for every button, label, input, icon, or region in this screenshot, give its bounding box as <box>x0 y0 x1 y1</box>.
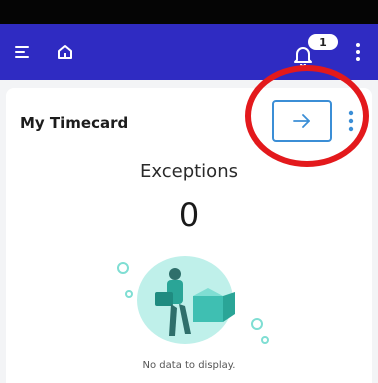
more-vertical-icon <box>348 110 354 132</box>
card-overflow-button[interactable] <box>344 106 358 136</box>
empty-state-message: No data to display. <box>142 360 236 371</box>
exceptions-count: 0 <box>178 196 200 234</box>
status-bar <box>0 0 378 24</box>
exceptions-label: Exceptions <box>140 161 238 182</box>
header-overflow-button[interactable] <box>348 38 368 66</box>
arrow-right-icon <box>293 114 310 128</box>
notification-badge: 1 <box>308 34 338 50</box>
card-title: My Timecard <box>20 114 129 132</box>
home-button[interactable] <box>52 38 78 66</box>
open-timecard-button[interactable] <box>272 100 332 142</box>
empty-state-illustration <box>117 256 269 344</box>
more-vertical-icon <box>356 43 360 61</box>
notifications-button[interactable]: 1 <box>286 34 342 70</box>
menu-button[interactable] <box>10 38 36 66</box>
hamburger-menu-icon <box>15 46 29 58</box>
app-bar: 1 <box>0 24 378 80</box>
home-icon <box>58 45 72 59</box>
